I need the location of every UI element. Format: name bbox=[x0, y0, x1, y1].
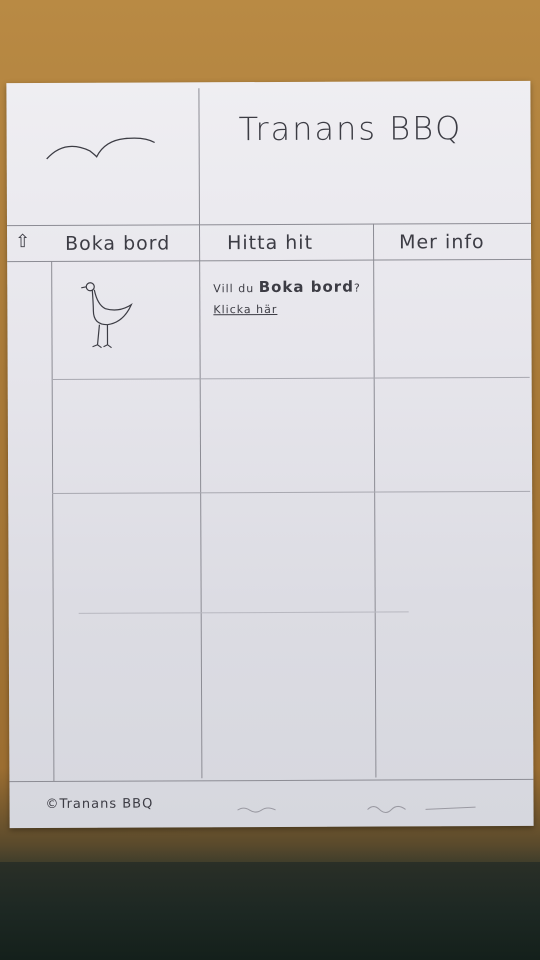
row-divider-3 bbox=[78, 611, 409, 614]
crane-bird-icon bbox=[81, 282, 133, 349]
bird-wings-icon bbox=[46, 137, 155, 160]
nav-item-label: Hitta hit bbox=[227, 231, 314, 255]
vertical-divider-right bbox=[372, 223, 377, 778]
booking-prompt: Vill du Boka bord? bbox=[213, 278, 361, 297]
vertical-divider-center bbox=[198, 88, 203, 779]
nav-item-hitta-hit[interactable]: Hitta hit bbox=[201, 224, 371, 263]
desk-surface bbox=[0, 862, 540, 960]
nav-item-label: Boka bord bbox=[65, 232, 171, 255]
row-divider-1 bbox=[51, 376, 530, 380]
site-title: Tranans BBQ bbox=[238, 109, 463, 149]
vertical-divider-left bbox=[51, 260, 55, 781]
footer-copyright: ©Tranans BBQ bbox=[45, 796, 154, 812]
nav-item-label: Mer info bbox=[399, 231, 485, 254]
booking-prompt-suffix: ? bbox=[353, 281, 361, 295]
row-divider-2 bbox=[52, 490, 531, 494]
wireframe-sheet: Tranans BBQ ⇧ Boka bord Hitta hit Mer in… bbox=[6, 80, 534, 829]
footer-scribble-right bbox=[367, 805, 476, 813]
nav-item-mer-info[interactable]: Mer info bbox=[375, 223, 529, 262]
footer-scribble-left bbox=[237, 807, 276, 813]
nav-item-boka-bord[interactable]: Boka bord bbox=[53, 224, 197, 263]
booking-prompt-emphasis: Boka bord bbox=[258, 277, 354, 297]
booking-prompt-prefix: Vill du bbox=[213, 282, 255, 296]
footer-top-border bbox=[9, 778, 534, 783]
click-here-link[interactable]: Klicka här bbox=[213, 303, 277, 316]
arrow-up-icon[interactable]: ⇧ bbox=[15, 231, 31, 252]
